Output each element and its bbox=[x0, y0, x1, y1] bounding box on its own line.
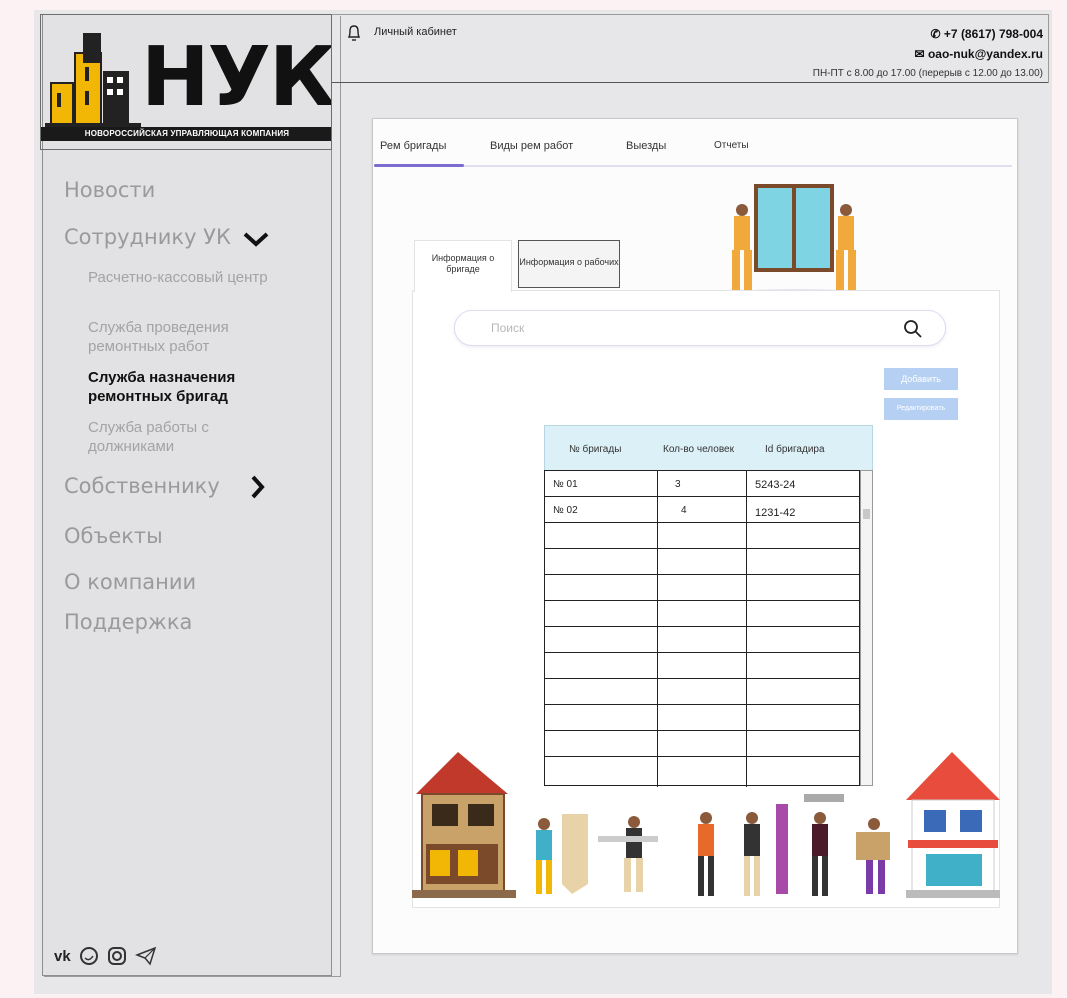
nav-objects[interactable]: Объекты bbox=[64, 524, 163, 548]
add-button[interactable]: Добавить bbox=[884, 368, 958, 390]
scrollbar-thumb[interactable] bbox=[863, 509, 870, 519]
col-foreman-id[interactable]: Id бригадира bbox=[765, 444, 825, 455]
nav-sub-cash-center[interactable]: Расчетно-кассовый центр bbox=[88, 268, 288, 287]
nav-sub-debtors[interactable]: Служба работы с должниками bbox=[88, 418, 288, 456]
cell-foreman-id: 5243-24 bbox=[755, 479, 796, 491]
social-links: vk bbox=[54, 946, 157, 966]
table-row[interactable] bbox=[545, 705, 861, 731]
nav-sub-repair-works[interactable]: Служба проведения ремонтных работ bbox=[88, 318, 288, 356]
nav-employee[interactable]: Сотруднику УК bbox=[64, 225, 231, 249]
personal-cabinet-link[interactable]: Личный кабинет bbox=[374, 26, 457, 38]
nav-news[interactable]: Новости bbox=[64, 178, 155, 202]
tab-repair-work-types[interactable]: Виды рем работ bbox=[490, 140, 573, 152]
table-row[interactable]: № 01 3 5243-24 bbox=[545, 471, 861, 497]
table-row[interactable] bbox=[545, 575, 861, 601]
cell-foreman-id: 1231-42 bbox=[755, 507, 796, 519]
tabs-divider bbox=[374, 165, 1012, 167]
col-people-count[interactable]: Кол-во человек bbox=[663, 444, 734, 455]
subtab-workers-info[interactable]: Информация о рабочих bbox=[518, 240, 620, 288]
table-row[interactable] bbox=[545, 549, 861, 575]
search-input[interactable]: Поиск bbox=[491, 321, 524, 335]
search-icon[interactable] bbox=[903, 319, 923, 339]
mail-icon: ✉ bbox=[914, 47, 928, 61]
tab-active-indicator bbox=[374, 164, 464, 167]
cell-brigade-number: № 01 bbox=[553, 479, 578, 490]
chevron-down-icon[interactable] bbox=[242, 230, 270, 248]
phone-number[interactable]: +7 (8617) 798-004 bbox=[944, 27, 1043, 41]
nav-about[interactable]: О компании bbox=[64, 570, 196, 594]
table-row[interactable] bbox=[545, 523, 861, 549]
logo[interactable]: НУК НОВОРОССИЙСКАЯ УПРАВЛЯЮЩАЯ КОМПАНИЯ bbox=[40, 14, 332, 150]
header-right-border bbox=[1048, 14, 1049, 83]
whatsapp-icon[interactable] bbox=[79, 946, 99, 966]
cell-people-count: 3 bbox=[675, 479, 681, 490]
instagram-icon[interactable] bbox=[107, 946, 127, 966]
phone-icon: ✆ bbox=[930, 27, 944, 41]
houses-workers-illustration bbox=[412, 752, 1000, 898]
telegram-icon[interactable] bbox=[134, 946, 157, 966]
working-hours: ПН-ПТ с 8.00 до 17.00 (перерыв с 12.00 д… bbox=[812, 68, 1043, 79]
table-row[interactable]: № 02 4 1231-42 bbox=[545, 497, 861, 523]
tab-reports[interactable]: Отчеты bbox=[714, 140, 749, 151]
table-row[interactable] bbox=[545, 679, 861, 705]
email-address[interactable]: oao-nuk@yandex.ru bbox=[928, 47, 1043, 61]
tab-repair-brigades[interactable]: Рем бригады bbox=[380, 140, 446, 152]
subtab-brigade-info[interactable]: Информация о бригаде bbox=[414, 240, 512, 292]
cell-people-count: 4 bbox=[681, 505, 687, 516]
vk-icon[interactable]: vk bbox=[54, 948, 71, 965]
search-bar[interactable]: Поиск bbox=[454, 310, 946, 346]
header-top-border bbox=[332, 14, 1048, 15]
table-header: № бригады Кол-во человек Id бригадира bbox=[544, 425, 873, 471]
edit-button[interactable]: Редактировать bbox=[884, 398, 958, 420]
brigades-table: № 01 3 5243-24 № 02 4 1231-42 bbox=[544, 470, 861, 787]
buildings-logo-icon bbox=[45, 33, 141, 127]
logo-tagline: НОВОРОССИЙСКАЯ УПРАВЛЯЮЩАЯ КОМПАНИЯ bbox=[41, 127, 331, 141]
bell-icon[interactable] bbox=[346, 24, 362, 42]
col-brigade-number[interactable]: № бригады bbox=[569, 444, 621, 455]
chevron-right-icon[interactable] bbox=[250, 474, 266, 500]
table-scrollbar[interactable] bbox=[860, 470, 873, 786]
table-row[interactable] bbox=[545, 601, 861, 627]
contacts-block: ✆ +7 (8617) 798-004 ✉ oao-nuk@yandex.ru … bbox=[813, 24, 1043, 84]
tab-visits[interactable]: Выезды bbox=[626, 140, 666, 152]
cell-brigade-number: № 02 bbox=[553, 505, 578, 516]
table-row[interactable] bbox=[545, 653, 861, 679]
nav-support[interactable]: Поддержка bbox=[64, 610, 192, 634]
workers-window-illustration bbox=[721, 184, 871, 299]
table-row[interactable] bbox=[545, 627, 861, 653]
logo-text: НУК bbox=[141, 30, 332, 125]
nav-owner[interactable]: Собственнику bbox=[64, 474, 220, 498]
nav-sub-brigade-assignment[interactable]: Служба назначения ремонтных бригад bbox=[88, 368, 288, 406]
